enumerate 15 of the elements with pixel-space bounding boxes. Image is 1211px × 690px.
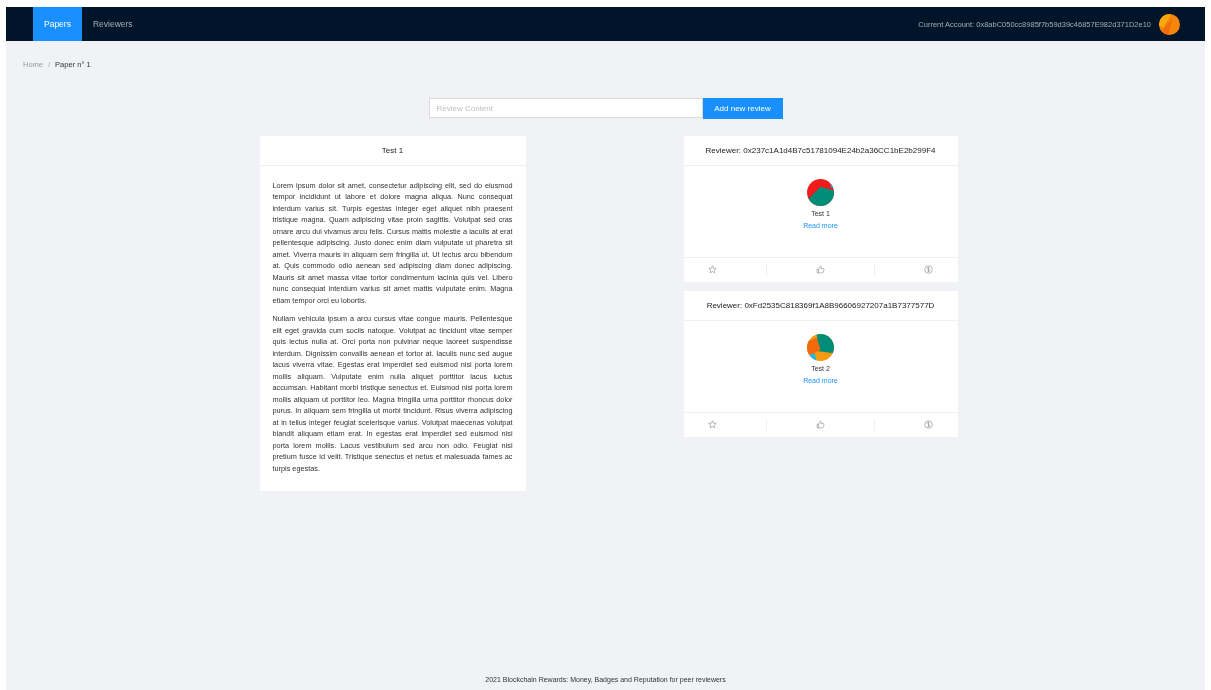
paper-title: Test 1 xyxy=(381,145,404,155)
reviewer-address: Reviewer: 0xFd2535C818369f1A8B96606927207a1B7377577D xyxy=(706,300,935,310)
reviewer-avatar-icon xyxy=(807,178,834,206)
dollar-coin-icon[interactable] xyxy=(924,420,933,429)
nav-tab[interactable]: Reviewers xyxy=(81,7,144,41)
reviewer-avatar-icon xyxy=(807,333,834,361)
star-icon[interactable] xyxy=(708,265,717,274)
add-review-button[interactable]: Add new review xyxy=(702,97,783,119)
thumbs-up-icon[interactable] xyxy=(816,420,825,429)
nav-tab[interactable]: Papers xyxy=(33,7,82,41)
star-icon[interactable] xyxy=(708,420,717,429)
dollar-coin-icon[interactable] xyxy=(924,265,933,274)
account-avatar-icon xyxy=(1159,13,1180,35)
reviewer-address: Reviewer: 0x237c1A1d4B7c51781094E24b2a36CC1bE2b299F4 xyxy=(705,145,936,155)
thumbs-up-icon[interactable] xyxy=(816,265,825,274)
